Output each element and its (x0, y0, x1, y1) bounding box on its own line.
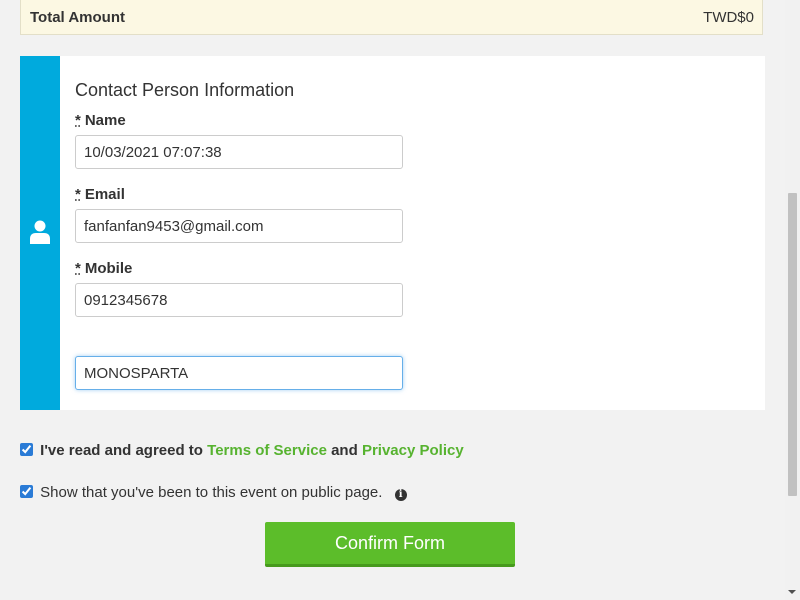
extra-field-input[interactable] (75, 356, 403, 390)
scroll-down-arrow-icon[interactable] (788, 590, 796, 594)
agreement-prefix: I've read and agreed to (40, 442, 203, 459)
contact-person-card: Contact Person Information *Name *Email … (20, 56, 765, 410)
mobile-label: * Mobile (75, 260, 133, 277)
info-icon[interactable]: i (394, 489, 407, 501)
public-page-label: Show that you've been to this event on p… (40, 484, 383, 501)
terms-checkbox[interactable] (20, 443, 33, 456)
scrollbar-thumb[interactable] (788, 193, 797, 496)
required-mark: * (75, 186, 81, 203)
total-amount-label: Total Amount (30, 9, 125, 26)
email-input[interactable] (75, 209, 403, 243)
agreement-and: and (331, 442, 358, 459)
card-side-strip (20, 56, 60, 410)
public-page-row: Show that you've been to this event on p… (20, 484, 407, 501)
name-input[interactable] (75, 135, 403, 169)
required-mark: * (75, 260, 81, 277)
privacy-policy-link[interactable]: Privacy Policy (362, 442, 464, 459)
email-label: * Email (75, 186, 125, 203)
user-icon (30, 220, 50, 244)
contact-title: Contact Person Information (75, 80, 295, 100)
required-mark: * (75, 112, 81, 129)
total-amount-bar: Total Amount TWD$0 (20, 0, 763, 35)
page-scrollbar[interactable] (785, 0, 800, 600)
total-amount-value: TWD$0 (703, 9, 754, 26)
terms-of-service-link[interactable]: Terms of Service (207, 442, 327, 459)
public-page-checkbox[interactable] (20, 485, 33, 498)
terms-agreement-row: I've read and agreed to Terms of Service… (20, 442, 464, 459)
confirm-form-button[interactable]: Confirm Form (265, 522, 515, 567)
mobile-input[interactable] (75, 283, 403, 317)
name-label: * Name (75, 112, 126, 129)
